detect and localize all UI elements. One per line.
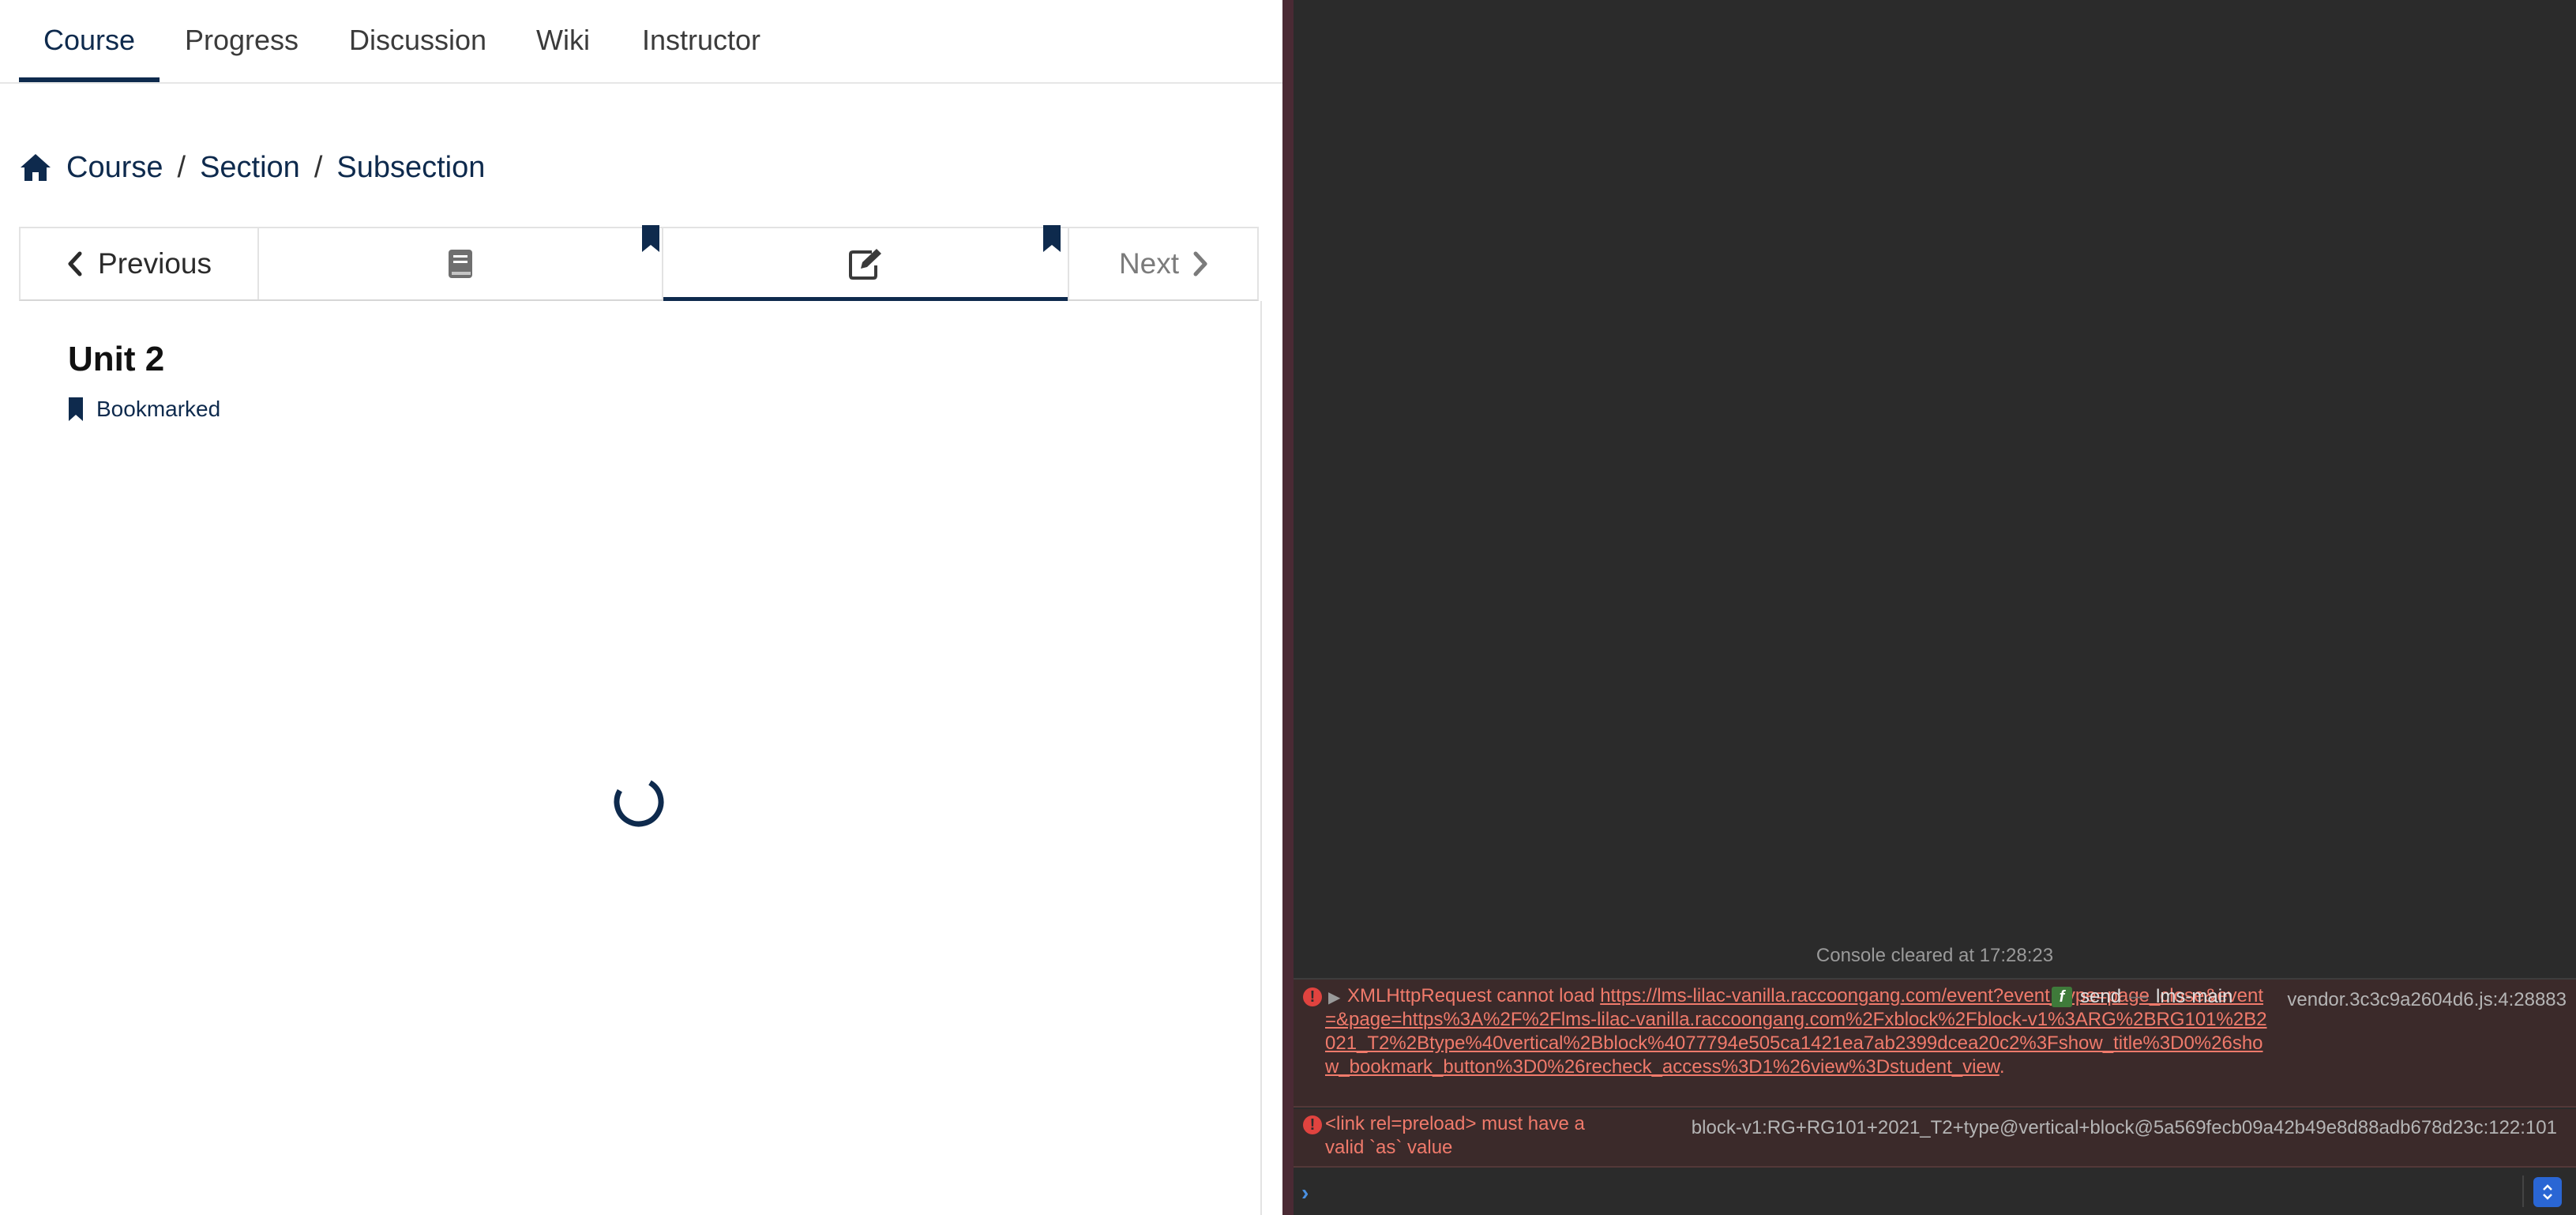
dash: — (2129, 986, 2149, 1007)
breadcrumb-subsection[interactable]: Subsection (336, 151, 485, 185)
source-location-link[interactable]: block-v1:RG+RG101+2021_T2+type@vertical+… (1692, 1117, 2557, 1139)
tab-wiki[interactable]: Wiki (528, 0, 599, 81)
breadcrumb: Course / Section / Subsection (19, 144, 485, 191)
bookmark-label: Bookmarked (96, 397, 221, 421)
error-icon: ! (1303, 1115, 1322, 1134)
chevron-right-icon (1193, 251, 1207, 276)
window-divider[interactable] (1282, 0, 1294, 1215)
previous-button[interactable]: Previous (21, 228, 259, 299)
expand-console-button[interactable] (2533, 1177, 2562, 1207)
breadcrumb-separator: / (177, 150, 186, 184)
next-label: Next (1118, 247, 1180, 280)
tab-instructor[interactable]: Instructor (632, 0, 771, 81)
chevron-left-icon (68, 251, 82, 276)
bookmark-flag-icon (642, 225, 659, 252)
course-tabs: Course Progress Discussion Wiki Instruct… (0, 0, 1282, 84)
tab-discussion[interactable]: Discussion (335, 0, 501, 81)
tab-progress[interactable]: Progress (175, 0, 308, 81)
unit-title: Unit 2 (68, 340, 165, 378)
error-icon: ! (1303, 987, 1322, 1006)
breadcrumb-section[interactable]: Section (200, 151, 300, 185)
divider (2522, 1176, 2524, 1207)
home-icon[interactable] (19, 152, 52, 183)
function-name: send (2080, 986, 2122, 1007)
devtools-console: Console cleared at 17:28:23 ! ▶ XMLHttpR… (1294, 0, 2576, 1215)
console-cleared-message: Console cleared at 17:28:23 (1816, 945, 2054, 966)
up-down-arrows-icon (2543, 1184, 2552, 1200)
error-message: <link rel=preload> must have a valid `as… (1325, 1113, 1585, 1158)
bookmark-button[interactable]: Bookmarked (68, 397, 220, 422)
tab-course[interactable]: Course (19, 0, 160, 82)
function-icon: f (2052, 987, 2072, 1007)
next-button[interactable]: Next (1069, 228, 1259, 299)
book-icon (449, 250, 472, 278)
bookmark-icon (69, 397, 83, 421)
console-error-row[interactable]: ! <link rel=preload> must have a valid `… (1294, 1109, 2576, 1168)
bookmark-flag-icon (1043, 225, 1061, 252)
console-error-row[interactable]: ! ▶ XMLHttpRequest cannot load https://l… (1294, 980, 2576, 1108)
breadcrumb-course[interactable]: Course (66, 151, 163, 185)
call-frame[interactable]: f send — lms-main (2052, 986, 2232, 1008)
source-location-link[interactable]: vendor.3c3c9a2604d6.js:4:28883 (2287, 989, 2567, 1011)
console-input[interactable] (1330, 1176, 2518, 1209)
error-suffix: . (1999, 1056, 2005, 1078)
loading-spinner-icon (614, 777, 664, 827)
context-name: lms-main (2156, 986, 2233, 1007)
unit-navigation: Previous Next (19, 225, 1259, 301)
content-border (1260, 301, 1262, 1215)
lms-page: Course Progress Discussion Wiki Instruct… (0, 0, 1282, 1215)
sequence-unit-1-button[interactable] (259, 225, 663, 299)
edit-icon (849, 249, 881, 280)
prompt-chevron-icon: › (1301, 1180, 1309, 1205)
console-prompt: › (1294, 1169, 2576, 1215)
previous-label: Previous (98, 247, 212, 280)
breadcrumb-separator: / (314, 150, 323, 184)
sequence-unit-2-button[interactable] (663, 225, 1069, 301)
error-prefix: XMLHttpRequest cannot load (1347, 985, 1595, 1006)
